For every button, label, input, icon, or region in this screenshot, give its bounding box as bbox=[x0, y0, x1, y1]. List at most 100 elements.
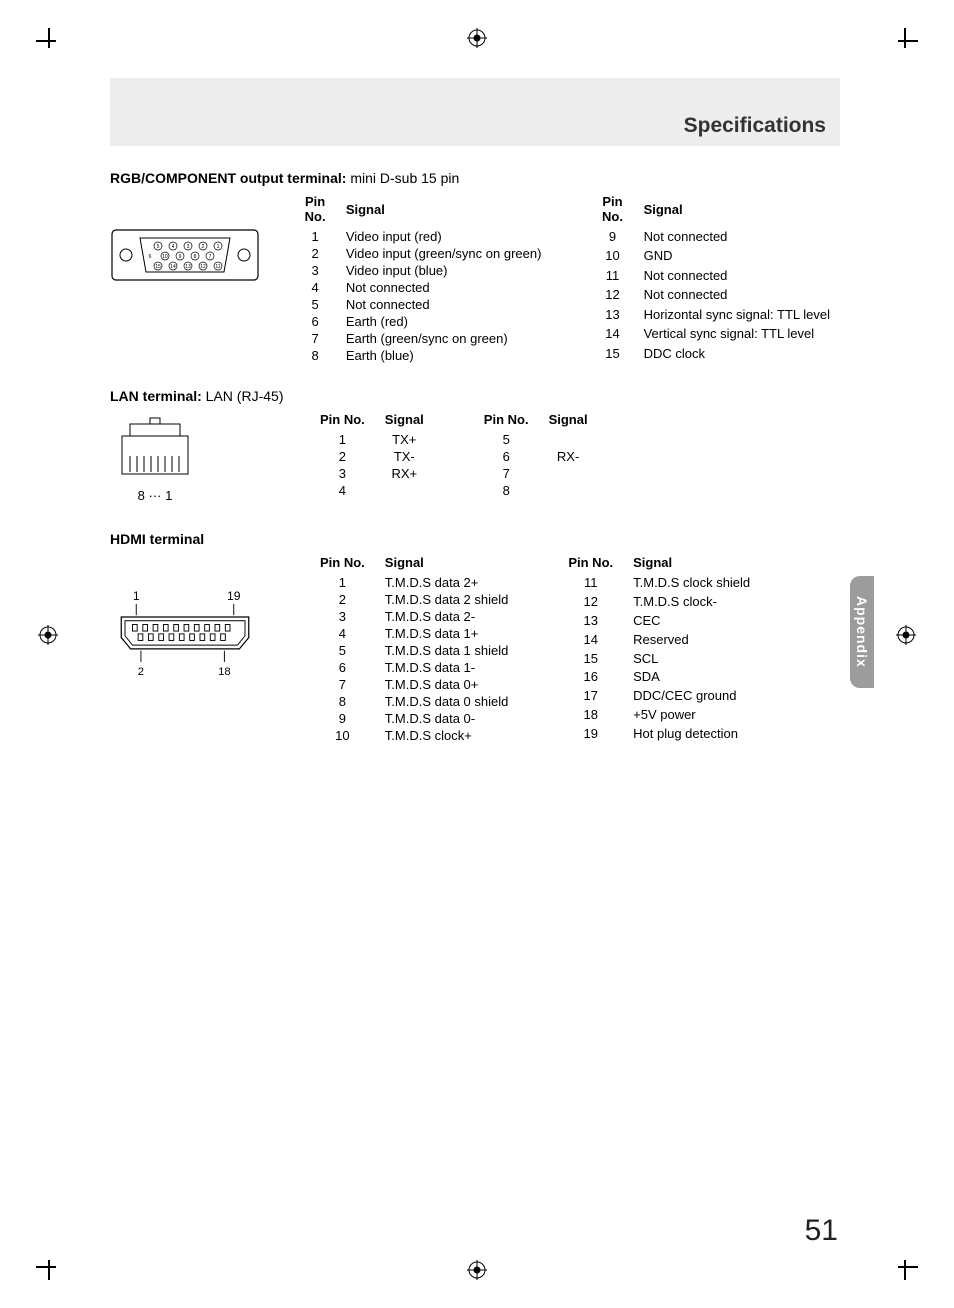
signal-cell bbox=[375, 482, 434, 499]
table-row: 7 bbox=[474, 465, 598, 482]
signal-cell: T.M.D.S data 0- bbox=[375, 710, 519, 727]
pin-cell: 3 bbox=[310, 608, 375, 625]
pin-cell: 5 bbox=[310, 642, 375, 659]
table-row: 17DDC/CEC ground bbox=[558, 687, 760, 706]
signal-cell: TX- bbox=[375, 448, 434, 465]
col-pin: Pin No. bbox=[474, 410, 539, 431]
signal-cell: DDC clock bbox=[634, 345, 840, 364]
register-mark-top-icon bbox=[467, 28, 487, 48]
table-row: 14Vertical sync signal: TTL level bbox=[591, 325, 840, 344]
hdmi-diagram-col: 1 19 bbox=[110, 553, 310, 681]
rgb-table-right: Pin No. Signal 9 Not connected 10GND11Not … bbox=[591, 192, 840, 364]
svg-text:8: 8 bbox=[194, 254, 197, 260]
hdmi-lbl-br: 18 bbox=[218, 666, 231, 678]
hdmi-connector-icon: 1 19 bbox=[110, 587, 260, 681]
svg-text:15: 15 bbox=[155, 264, 161, 270]
pin-cell: 9 bbox=[591, 228, 633, 247]
crop-mark-top-left-icon bbox=[22, 14, 50, 42]
pin-cell: 16 bbox=[558, 668, 623, 687]
table-row: 6Earth (red) bbox=[294, 313, 551, 330]
col-sig: Signal bbox=[375, 553, 519, 574]
pin-cell: 11 bbox=[591, 267, 633, 286]
crop-mark-bottom-right-icon bbox=[904, 1266, 932, 1294]
pin-cell: 15 bbox=[558, 650, 623, 669]
pin-cell: 19 bbox=[558, 725, 623, 744]
table-row: 3Video input (blue) bbox=[294, 262, 551, 279]
signal-cell: Not connected bbox=[336, 279, 552, 296]
signal-cell: Not connected bbox=[634, 286, 840, 305]
signal-cell: Video input (green/sync on green) bbox=[336, 245, 552, 262]
table-row: 15SCL bbox=[558, 650, 760, 669]
table-row: 1T.M.D.S data 2+ bbox=[310, 574, 518, 591]
col-pin: Pin No. bbox=[310, 410, 375, 431]
pin-cell: 14 bbox=[558, 631, 623, 650]
svg-text:12: 12 bbox=[200, 264, 206, 270]
col-pin: Pin No. bbox=[310, 553, 375, 574]
lan-table-left: Pin No. Signal 1TX+2TX-3RX+4 bbox=[310, 410, 434, 499]
pin-cell: 4 bbox=[310, 625, 375, 642]
pin-cell: 3 bbox=[294, 262, 335, 279]
rgb-right-body: 9Not connected10GND11Not connected12Not … bbox=[591, 228, 840, 364]
col-sig: Signal bbox=[634, 192, 840, 228]
crop-mark-bottom-left-icon bbox=[22, 1266, 50, 1294]
signal-cell: T.M.D.S data 1 shield bbox=[375, 642, 519, 659]
side-tab-appendix: Appendix bbox=[850, 576, 874, 688]
pin-cell: 2 bbox=[310, 591, 375, 608]
signal-cell: SCL bbox=[623, 650, 760, 669]
pin-cell: 4 bbox=[310, 482, 375, 499]
table-row: 3RX+ bbox=[310, 465, 434, 482]
pin-cell: 8 bbox=[474, 482, 539, 499]
pin-cell: 11 bbox=[558, 574, 623, 593]
svg-text:14: 14 bbox=[170, 264, 176, 270]
table-row: 12T.M.D.S clock- bbox=[558, 593, 760, 612]
svg-text:9: 9 bbox=[179, 254, 182, 260]
table-row: 5T.M.D.S data 1 shield bbox=[310, 642, 518, 659]
table-row: 2Video input (green/sync on green) bbox=[294, 245, 551, 262]
rgb-title-bold: RGB/COMPONENT output terminal: bbox=[110, 170, 346, 186]
signal-cell: GND bbox=[634, 247, 840, 266]
table-row: 10T.M.D.S clock+ bbox=[310, 727, 518, 744]
svg-text:3: 3 bbox=[187, 244, 190, 250]
content: RGB/COMPONENT output terminal: mini D-su… bbox=[110, 160, 840, 744]
pin-cell: 12 bbox=[591, 286, 633, 305]
table-row: 6T.M.D.S data 1- bbox=[310, 659, 518, 676]
col-sig: Signal bbox=[539, 410, 598, 431]
pin-cell: 8 bbox=[310, 693, 375, 710]
pin-cell: 17 bbox=[558, 687, 623, 706]
rgb-section-title: RGB/COMPONENT output terminal: mini D-su… bbox=[110, 170, 840, 186]
table-row: 14Reserved bbox=[558, 631, 760, 650]
signal-cell: SDA bbox=[623, 668, 760, 687]
hdmi-table-right: Pin No. Signal 11T.M.D.S clock shield12T… bbox=[558, 553, 760, 744]
signal-cell: Video input (blue) bbox=[336, 262, 552, 279]
lan-table-right: Pin No. Signal 56RX-78 bbox=[474, 410, 598, 499]
pin-cell: 2 bbox=[294, 245, 335, 262]
rgb-title-rest: mini D-sub 15 pin bbox=[346, 170, 459, 186]
hdmi-table-left: Pin No. Signal 1T.M.D.S data 2+2T.M.D.S … bbox=[310, 553, 518, 744]
register-mark-left-icon bbox=[38, 625, 58, 645]
table-row: 6RX- bbox=[474, 448, 598, 465]
svg-text:7: 7 bbox=[209, 254, 212, 260]
svg-text:2: 2 bbox=[202, 244, 205, 250]
table-row: 10GND bbox=[591, 247, 840, 266]
signal-cell: Not connected bbox=[336, 296, 552, 313]
signal-cell: +5V power bbox=[623, 706, 760, 725]
col-pin: Pin No. bbox=[591, 192, 633, 228]
rgb-left-body: 1Video input (red)2Video input (green/sy… bbox=[294, 228, 551, 364]
col-sig: Signal bbox=[375, 410, 434, 431]
table-row: 11Not connected bbox=[591, 267, 840, 286]
hdmi-row: 1 19 bbox=[110, 553, 840, 744]
signal-cell: Earth (green/sync on green) bbox=[336, 330, 552, 347]
rgb-row: 54321 109876 1514131211 Pin No. Signal 1… bbox=[110, 192, 840, 364]
lan-title-rest: LAN (RJ-45) bbox=[202, 388, 284, 404]
table-row: 1Video input (red) bbox=[294, 228, 551, 245]
pin-cell: 2 bbox=[310, 448, 375, 465]
pin-cell: 7 bbox=[474, 465, 539, 482]
signal-cell: RX+ bbox=[375, 465, 434, 482]
signal-cell bbox=[539, 482, 598, 499]
lan-diagram-col: 8 ··· 1 bbox=[110, 410, 310, 503]
signal-cell bbox=[539, 431, 598, 448]
table-row: 19Hot plug detection bbox=[558, 725, 760, 744]
table-row: 13Horizontal sync signal: TTL level bbox=[591, 306, 840, 325]
signal-cell: T.M.D.S data 2+ bbox=[375, 574, 519, 591]
rj45-connector-icon: 8 ··· 1 bbox=[110, 416, 200, 503]
